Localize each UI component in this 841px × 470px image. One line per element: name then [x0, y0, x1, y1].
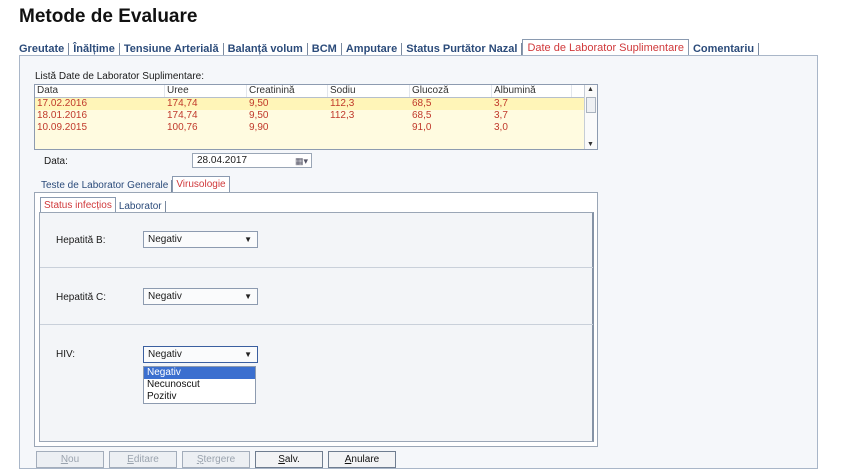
table-cell: 3,0	[494, 122, 508, 133]
table-cell: 17.02.2016	[37, 98, 88, 109]
delete-button[interactable]: Ștergere	[182, 451, 250, 468]
date-label: Data:	[44, 156, 68, 167]
save-button[interactable]: Salv.	[255, 451, 323, 468]
table-cell: 18.01.2016	[37, 110, 88, 121]
column-header-albumina[interactable]: Albumină	[492, 85, 572, 97]
table-cell: 9,50	[249, 110, 269, 121]
tab-status-infectios[interactable]: Status infecțios	[40, 197, 116, 213]
table-row[interactable]: 10.09.2015 100,76 9,90 91,0 3,0	[35, 122, 597, 134]
cancel-button[interactable]: Anulare	[328, 451, 396, 468]
column-header-data[interactable]: Data	[35, 85, 165, 97]
table-cell: 174,74	[167, 98, 198, 109]
table-cell: 112,3	[330, 98, 355, 109]
table-cell	[328, 122, 410, 134]
table-cell: 10.09.2015	[37, 122, 88, 133]
edit-button[interactable]: Editare	[109, 451, 177, 468]
hiv-value: Negativ	[148, 349, 182, 360]
column-header-creatinina[interactable]: Creatinină	[247, 85, 328, 97]
table-scrollbar[interactable]: ▲ ▼	[584, 85, 597, 149]
table-row[interactable]: 17.02.2016 174,74 9,50 112,3 68,5 3,7	[35, 98, 597, 110]
hep-b-label: Hepatită B:	[56, 235, 106, 246]
divider	[40, 324, 593, 325]
chevron-down-icon: ▼	[244, 235, 252, 244]
table-cell: 3,7	[494, 98, 508, 109]
table-cell: 3,7	[494, 110, 508, 121]
dropdown-option-negativ[interactable]: Negativ	[144, 367, 255, 379]
virusology-inner-tab-bar: Status infecțios Laborator	[40, 197, 166, 213]
lab-subtab-bar: Teste de Laborator Generale Virusologie	[38, 176, 230, 192]
column-header-uree[interactable]: Uree	[165, 85, 247, 97]
tab-date-laborator-suplimentare[interactable]: Date de Laborator Suplimentare	[522, 39, 689, 56]
column-header-glucoza[interactable]: Glucoză	[410, 85, 492, 97]
chevron-down-icon: ▼	[244, 350, 252, 359]
date-input[interactable]: 28.04.2017 ▦▾	[192, 153, 312, 168]
table-cell: 112,3	[330, 110, 355, 121]
main-tab-bar: Greutate Înălțime Tensiune Arterială Bal…	[19, 38, 819, 56]
table-cell: 91,0	[412, 122, 432, 133]
status-infectios-panel	[39, 212, 594, 442]
table-cell: 174,74	[167, 110, 198, 121]
hep-b-select[interactable]: Negativ ▼	[143, 231, 258, 248]
table-cell: 100,76	[167, 122, 198, 133]
lab-data-table: Data Uree Creatinină Sodiu Glucoză Album…	[34, 84, 598, 150]
scroll-thumb[interactable]	[586, 97, 596, 113]
page-title: Metode de Evaluare	[19, 6, 198, 27]
table-header: Data Uree Creatinină Sodiu Glucoză Album…	[35, 85, 597, 98]
scroll-down-icon[interactable]: ▼	[587, 141, 594, 148]
tab-virusologie[interactable]: Virusologie	[172, 176, 230, 192]
hep-c-value: Negativ	[148, 291, 182, 302]
hiv-select[interactable]: Negativ ▼	[143, 346, 258, 363]
column-header-sodiu[interactable]: Sodiu	[328, 85, 410, 97]
hep-b-value: Negativ	[148, 234, 182, 245]
divider	[40, 267, 593, 268]
scroll-up-icon[interactable]: ▲	[587, 86, 594, 93]
hiv-dropdown-list: Negativ Necunoscut Pozitiv	[143, 366, 256, 404]
hiv-label: HIV:	[56, 349, 76, 360]
table-row[interactable]: 18.01.2016 174,74 9,50 112,3 68,5 3,7	[35, 110, 597, 122]
hep-c-label: Hepatită C:	[56, 292, 107, 303]
date-value: 28.04.2017	[197, 155, 248, 166]
table-cell: 68,5	[412, 98, 432, 109]
hep-c-select[interactable]: Negativ ▼	[143, 288, 258, 305]
table-cell: 9,90	[249, 122, 269, 133]
dropdown-option-pozitiv[interactable]: Pozitiv	[144, 391, 255, 403]
table-cell: 9,50	[249, 98, 269, 109]
dropdown-option-necunoscut[interactable]: Necunoscut	[144, 379, 255, 391]
list-label: Listă Date de Laborator Suplimentare:	[35, 71, 204, 82]
tab-teste-laborator-generale[interactable]: Teste de Laborator Generale	[38, 180, 173, 192]
calendar-dropdown-icon[interactable]: ▦▾	[295, 155, 308, 168]
new-button[interactable]: Nou	[36, 451, 104, 468]
table-cell: 68,5	[412, 110, 432, 121]
chevron-down-icon: ▼	[244, 292, 252, 301]
